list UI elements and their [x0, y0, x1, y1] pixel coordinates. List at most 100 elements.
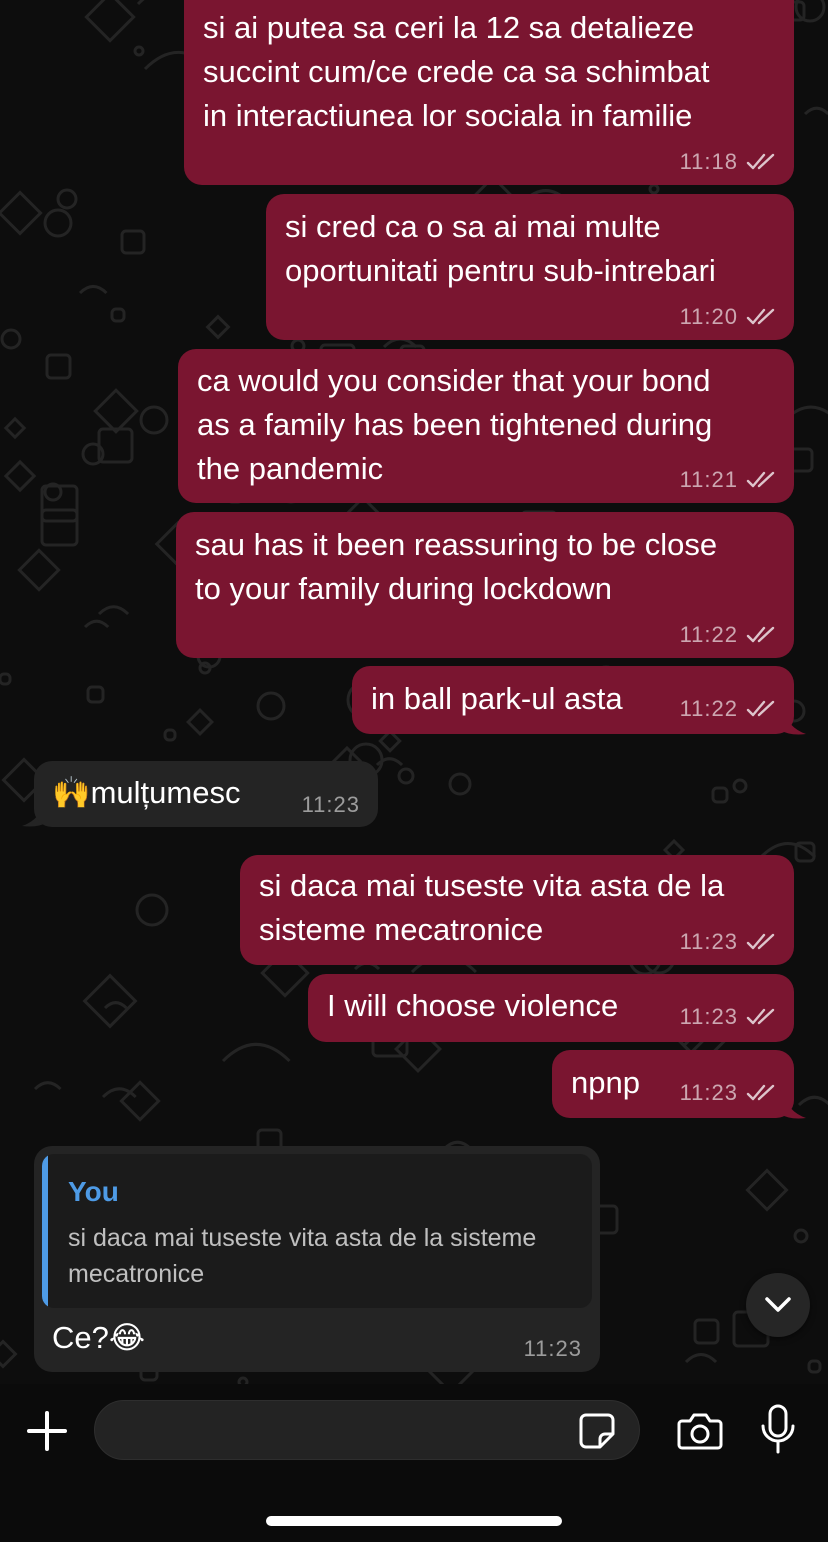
wallpaper-doodle	[133, 45, 145, 57]
message-line: I will choose violence	[327, 988, 619, 1023]
message-bubble-outgoing[interactable]: si cred ca o sa ai mai multe oportunitat…	[266, 194, 794, 340]
message-line: in ball park-ul asta	[371, 681, 623, 716]
home-indicator	[266, 1516, 562, 1526]
message-meta: 11:20	[680, 304, 776, 330]
sticker-button[interactable]	[577, 1411, 617, 1451]
scroll-to-bottom-button[interactable]	[746, 1273, 810, 1337]
message-bubble-outgoing[interactable]: si ai putea sa ceri la 12 sa detalieze s…	[184, 0, 794, 185]
reply-quote[interactable]: You si daca mai tuseste vita asta de la …	[42, 1154, 592, 1308]
message-line: oportunitati pentru sub-intrebari	[285, 253, 716, 288]
message-line: sau has it been reassuring to be close	[195, 527, 718, 562]
wallpaper-doodle	[93, 388, 139, 434]
bubble-tail	[780, 1090, 806, 1119]
wallpaper-doodle	[198, 661, 212, 675]
message-bubble-outgoing[interactable]: sau has it been reassuring to be close t…	[176, 512, 794, 658]
wallpaper-doodle	[684, 1353, 718, 1364]
wallpaper-doodle	[793, 1228, 809, 1244]
message-meta: 11:23	[302, 792, 360, 818]
wallpaper-doodle	[648, 183, 660, 195]
read-double-check-icon	[746, 699, 776, 719]
message-meta: 11:18	[680, 149, 776, 175]
message-time: 11:23	[301, 792, 360, 817]
message-time: 11:23	[679, 929, 738, 954]
wallpaper-doodle	[0, 190, 43, 236]
message-text: Ce?😂	[52, 1316, 145, 1360]
read-double-check-icon	[746, 1083, 776, 1103]
message-line: si ai putea sa ceri la 12 sa detalieze	[203, 10, 695, 45]
wallpaper-doodle	[103, 1001, 128, 1010]
message-line: as a family has been tightened during	[197, 407, 713, 442]
camera-button[interactable]	[674, 1406, 726, 1456]
microphone-icon	[761, 1404, 795, 1454]
message-text: sau has it been reassuring to be close t…	[195, 523, 717, 611]
message-meta: 11:21	[680, 467, 776, 493]
wallpaper-doodle	[186, 708, 214, 736]
plus-icon	[27, 1411, 67, 1451]
read-double-check-icon	[746, 152, 776, 172]
read-double-check-icon	[746, 1007, 776, 1027]
message-input[interactable]	[115, 1401, 575, 1459]
message-line: in interactiunea lor sociala in familie	[203, 98, 693, 133]
wallpaper-doodle	[711, 786, 729, 804]
message-time: 11:20	[679, 304, 738, 329]
wallpaper-doodle	[139, 405, 169, 435]
wallpaper-doodle	[0, 328, 22, 350]
microphone-button[interactable]	[756, 1402, 800, 1458]
wallpaper-doodle	[807, 1359, 822, 1374]
wallpaper-doodle	[3, 459, 37, 493]
message-input-box[interactable]	[94, 1400, 640, 1460]
message-text: 🙌mulțumesc	[52, 771, 240, 815]
message-bubble-outgoing[interactable]: npnp 11:23	[552, 1050, 794, 1118]
camera-icon	[677, 1413, 723, 1450]
wallpaper-doodle	[78, 284, 108, 295]
message-text: si daca mai tuseste vita asta de la sist…	[259, 864, 724, 952]
message-bubble-outgoing[interactable]: in ball park-ul asta 11:22	[352, 666, 794, 734]
sticker-icon	[579, 1413, 615, 1449]
message-bubble-outgoing[interactable]: I will choose violence 11:23	[308, 974, 794, 1042]
message-line: si cred ca o sa ai mai multe	[285, 209, 661, 244]
wallpaper-doodle	[110, 307, 126, 323]
message-time: 11:23	[523, 1336, 582, 1361]
read-double-check-icon	[746, 625, 776, 645]
chat-area[interactable]: si ai putea sa ceri la 12 sa detalieze s…	[0, 0, 828, 1384]
message-bubble-incoming[interactable]: 🙌mulțumesc 11:23	[34, 761, 378, 827]
message-meta: 11:23	[680, 1080, 776, 1106]
wallpaper-doodle	[17, 548, 61, 592]
message-line: npnp	[571, 1065, 640, 1100]
message-text: I will choose violence	[327, 984, 618, 1028]
wallpaper-doodle	[97, 605, 130, 616]
wallpaper-doodle	[205, 314, 231, 340]
wallpaper-doodle	[56, 188, 78, 210]
wallpaper-doodle	[378, 729, 402, 753]
wallpaper-doodle	[448, 772, 472, 796]
wallpaper-doodle	[221, 1042, 291, 1063]
wallpaper-doodle	[86, 685, 105, 704]
wallpaper-doodle	[3, 416, 27, 440]
message-time: 11:23	[679, 1004, 738, 1029]
message-bubble-incoming-reply[interactable]: You si daca mai tuseste vita asta de la …	[34, 1146, 600, 1372]
message-bubble-outgoing[interactable]: ca would you consider that your bond as …	[178, 349, 794, 503]
reply-text: si daca mai tuseste vita asta de la sist…	[68, 1224, 537, 1288]
message-meta: 11:22	[680, 696, 776, 722]
message-line: succint cum/ce crede ca sa schimbat	[203, 54, 710, 89]
message-time: 11:18	[679, 149, 738, 174]
wallpaper-doodle	[120, 229, 146, 255]
message-bubble-outgoing[interactable]: si daca mai tuseste vita asta de la sist…	[240, 855, 794, 965]
message-line: si daca mai tuseste vita asta de la	[259, 868, 725, 903]
wallpaper-doodle	[0, 672, 12, 686]
message-meta: 11:23	[524, 1336, 582, 1362]
message-time: 11:22	[679, 696, 738, 721]
message-text: si cred ca o sa ai mai multe oportunitat…	[285, 205, 716, 293]
wallpaper-doodle	[45, 353, 72, 380]
chevron-down-icon	[765, 1297, 791, 1312]
wallpaper-doodle	[803, 106, 828, 116]
wallpaper-doodle	[397, 767, 415, 785]
message-line: Ce?😂	[52, 1320, 146, 1355]
reply-accent-bar	[42, 1154, 48, 1308]
message-line: to your family during lockdown	[195, 571, 612, 606]
attach-button[interactable]	[22, 1406, 72, 1456]
read-double-check-icon	[746, 932, 776, 952]
message-text: npnp	[571, 1061, 640, 1105]
wallpaper-doodle	[163, 728, 177, 742]
message-meta: 11:23	[680, 1004, 776, 1030]
